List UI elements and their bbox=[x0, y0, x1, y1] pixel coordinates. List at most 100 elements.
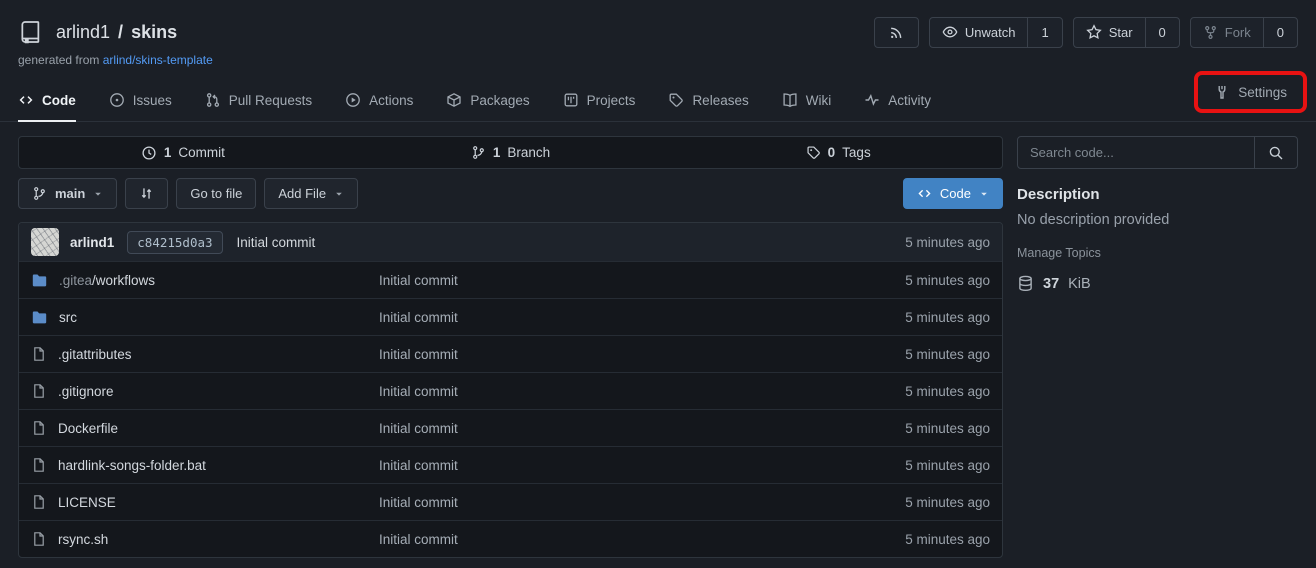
tab-activity-label: Activity bbox=[888, 93, 931, 108]
watch-count[interactable]: 1 bbox=[1027, 18, 1061, 47]
file-name-link[interactable]: Dockerfile bbox=[58, 421, 118, 436]
tab-pull-requests[interactable]: Pull Requests bbox=[205, 80, 312, 122]
file-name-link[interactable]: /workflows bbox=[92, 273, 155, 288]
add-file-button[interactable]: Add File bbox=[264, 178, 358, 209]
file-commit-message[interactable]: Initial commit bbox=[379, 310, 905, 325]
rss-button[interactable] bbox=[874, 17, 919, 48]
file-time: 5 minutes ago bbox=[905, 347, 990, 362]
table-row[interactable]: .gitignore Initial commit 5 minutes ago bbox=[19, 372, 1002, 409]
file-table: arlind1 c84215d0a3 Initial commit 5 minu… bbox=[18, 222, 1003, 558]
pull-request-icon bbox=[205, 92, 221, 108]
search-icon bbox=[1268, 145, 1284, 161]
compare-icon bbox=[139, 186, 154, 201]
add-file-label: Add File bbox=[278, 186, 326, 201]
tab-issues[interactable]: Issues bbox=[109, 80, 172, 122]
tab-wiki[interactable]: Wiki bbox=[782, 80, 832, 122]
file-commit-message[interactable]: Initial commit bbox=[379, 273, 905, 288]
go-to-file-button[interactable]: Go to file bbox=[176, 178, 256, 209]
chevron-down-icon bbox=[334, 189, 344, 199]
commit-author-link[interactable]: arlind1 bbox=[70, 235, 114, 250]
repo-tabbar: Code Issues Pull Requests Actions bbox=[0, 80, 1316, 122]
tab-issues-label: Issues bbox=[133, 93, 172, 108]
description-heading: Description bbox=[1017, 186, 1298, 203]
tab-code[interactable]: Code bbox=[18, 80, 76, 122]
search-button[interactable] bbox=[1254, 137, 1297, 168]
repo-title: arlind1 / skins bbox=[18, 19, 177, 45]
repo-owner-link[interactable]: arlind1 bbox=[56, 22, 110, 43]
tags-stat[interactable]: 0 Tags bbox=[674, 145, 1002, 160]
tab-packages[interactable]: Packages bbox=[446, 80, 529, 122]
code-search bbox=[1017, 136, 1298, 169]
file-time: 5 minutes ago bbox=[905, 384, 990, 399]
tab-pull-requests-label: Pull Requests bbox=[229, 93, 312, 108]
go-to-file-label: Go to file bbox=[190, 186, 242, 201]
star-button[interactable]: Star 0 bbox=[1073, 17, 1180, 48]
watch-button[interactable]: Unwatch 1 bbox=[929, 17, 1063, 48]
watch-label: Unwatch bbox=[965, 25, 1016, 40]
template-link[interactable]: arlind/skins-template bbox=[103, 53, 213, 67]
table-row[interactable]: LICENSE Initial commit 5 minutes ago bbox=[19, 483, 1002, 520]
description-text: No description provided bbox=[1017, 212, 1298, 228]
tags-label: Tags bbox=[842, 145, 871, 160]
file-commit-message[interactable]: Initial commit bbox=[379, 532, 905, 547]
code-download-button[interactable]: Code bbox=[903, 178, 1003, 209]
branches-count: 1 bbox=[493, 145, 501, 160]
table-row[interactable]: src Initial commit 5 minutes ago bbox=[19, 298, 1002, 335]
file-name-link[interactable]: .gitignore bbox=[58, 384, 114, 399]
commit-time: 5 minutes ago bbox=[905, 235, 990, 250]
database-icon bbox=[1017, 275, 1034, 292]
wrench-icon bbox=[1214, 84, 1230, 100]
repo-name-link[interactable]: skins bbox=[131, 22, 177, 43]
file-commit-message[interactable]: Initial commit bbox=[379, 458, 905, 473]
fork-count[interactable]: 0 bbox=[1263, 18, 1297, 47]
commits-stat[interactable]: 1 Commit bbox=[19, 145, 347, 161]
tag-icon bbox=[668, 92, 684, 108]
table-row[interactable]: .gitea/workflows Initial commit 5 minute… bbox=[19, 261, 1002, 298]
tab-actions[interactable]: Actions bbox=[345, 80, 413, 122]
file-name-link[interactable]: rsync.sh bbox=[58, 532, 108, 547]
table-row[interactable]: Dockerfile Initial commit 5 minutes ago bbox=[19, 409, 1002, 446]
repo-icon bbox=[18, 19, 44, 45]
fork-button[interactable]: Fork 0 bbox=[1190, 17, 1298, 48]
tab-releases[interactable]: Releases bbox=[668, 80, 748, 122]
repo-separator: / bbox=[118, 22, 123, 43]
manage-topics-link[interactable]: Manage Topics bbox=[1017, 246, 1298, 260]
chevron-down-icon bbox=[93, 189, 103, 199]
fork-icon bbox=[1203, 25, 1218, 40]
file-commit-message[interactable]: Initial commit bbox=[379, 421, 905, 436]
commit-message-link[interactable]: Initial commit bbox=[237, 235, 316, 250]
file-name-link[interactable]: .gitattributes bbox=[58, 347, 132, 362]
tab-settings[interactable]: Settings bbox=[1214, 84, 1287, 100]
repo-toolbar: main Go to file Add File bbox=[18, 178, 1003, 209]
eye-icon bbox=[942, 24, 958, 40]
rss-icon bbox=[875, 18, 918, 47]
commit-hash-link[interactable]: c84215d0a3 bbox=[127, 231, 222, 254]
file-name-link[interactable]: LICENSE bbox=[58, 495, 116, 510]
file-name-prefix: .gitea bbox=[59, 273, 92, 288]
star-count[interactable]: 0 bbox=[1145, 18, 1179, 47]
file-commit-message[interactable]: Initial commit bbox=[379, 347, 905, 362]
branches-label: Branch bbox=[507, 145, 550, 160]
tab-projects[interactable]: Projects bbox=[563, 80, 636, 122]
search-input[interactable] bbox=[1018, 137, 1254, 168]
issue-icon bbox=[109, 92, 125, 108]
table-row[interactable]: rsync.sh Initial commit 5 minutes ago bbox=[19, 520, 1002, 557]
history-clock-icon bbox=[141, 145, 157, 161]
project-board-icon bbox=[563, 92, 579, 108]
repo-size: 37 KiB bbox=[1017, 275, 1298, 292]
table-row[interactable]: hardlink-songs-folder.bat Initial commit… bbox=[19, 446, 1002, 483]
branch-selector[interactable]: main bbox=[18, 178, 117, 209]
file-time: 5 minutes ago bbox=[905, 495, 990, 510]
file-name-link[interactable]: src bbox=[59, 310, 77, 325]
compare-button[interactable] bbox=[125, 178, 168, 209]
play-circle-icon bbox=[345, 92, 361, 108]
branch-icon bbox=[471, 145, 486, 160]
branches-stat[interactable]: 1 Branch bbox=[347, 145, 675, 160]
file-commit-message[interactable]: Initial commit bbox=[379, 495, 905, 510]
table-row[interactable]: .gitattributes Initial commit 5 minutes … bbox=[19, 335, 1002, 372]
file-name-link[interactable]: hardlink-songs-folder.bat bbox=[58, 458, 206, 473]
tags-count: 0 bbox=[828, 145, 836, 160]
avatar[interactable] bbox=[31, 228, 59, 256]
file-commit-message[interactable]: Initial commit bbox=[379, 384, 905, 399]
tab-activity[interactable]: Activity bbox=[864, 80, 931, 122]
